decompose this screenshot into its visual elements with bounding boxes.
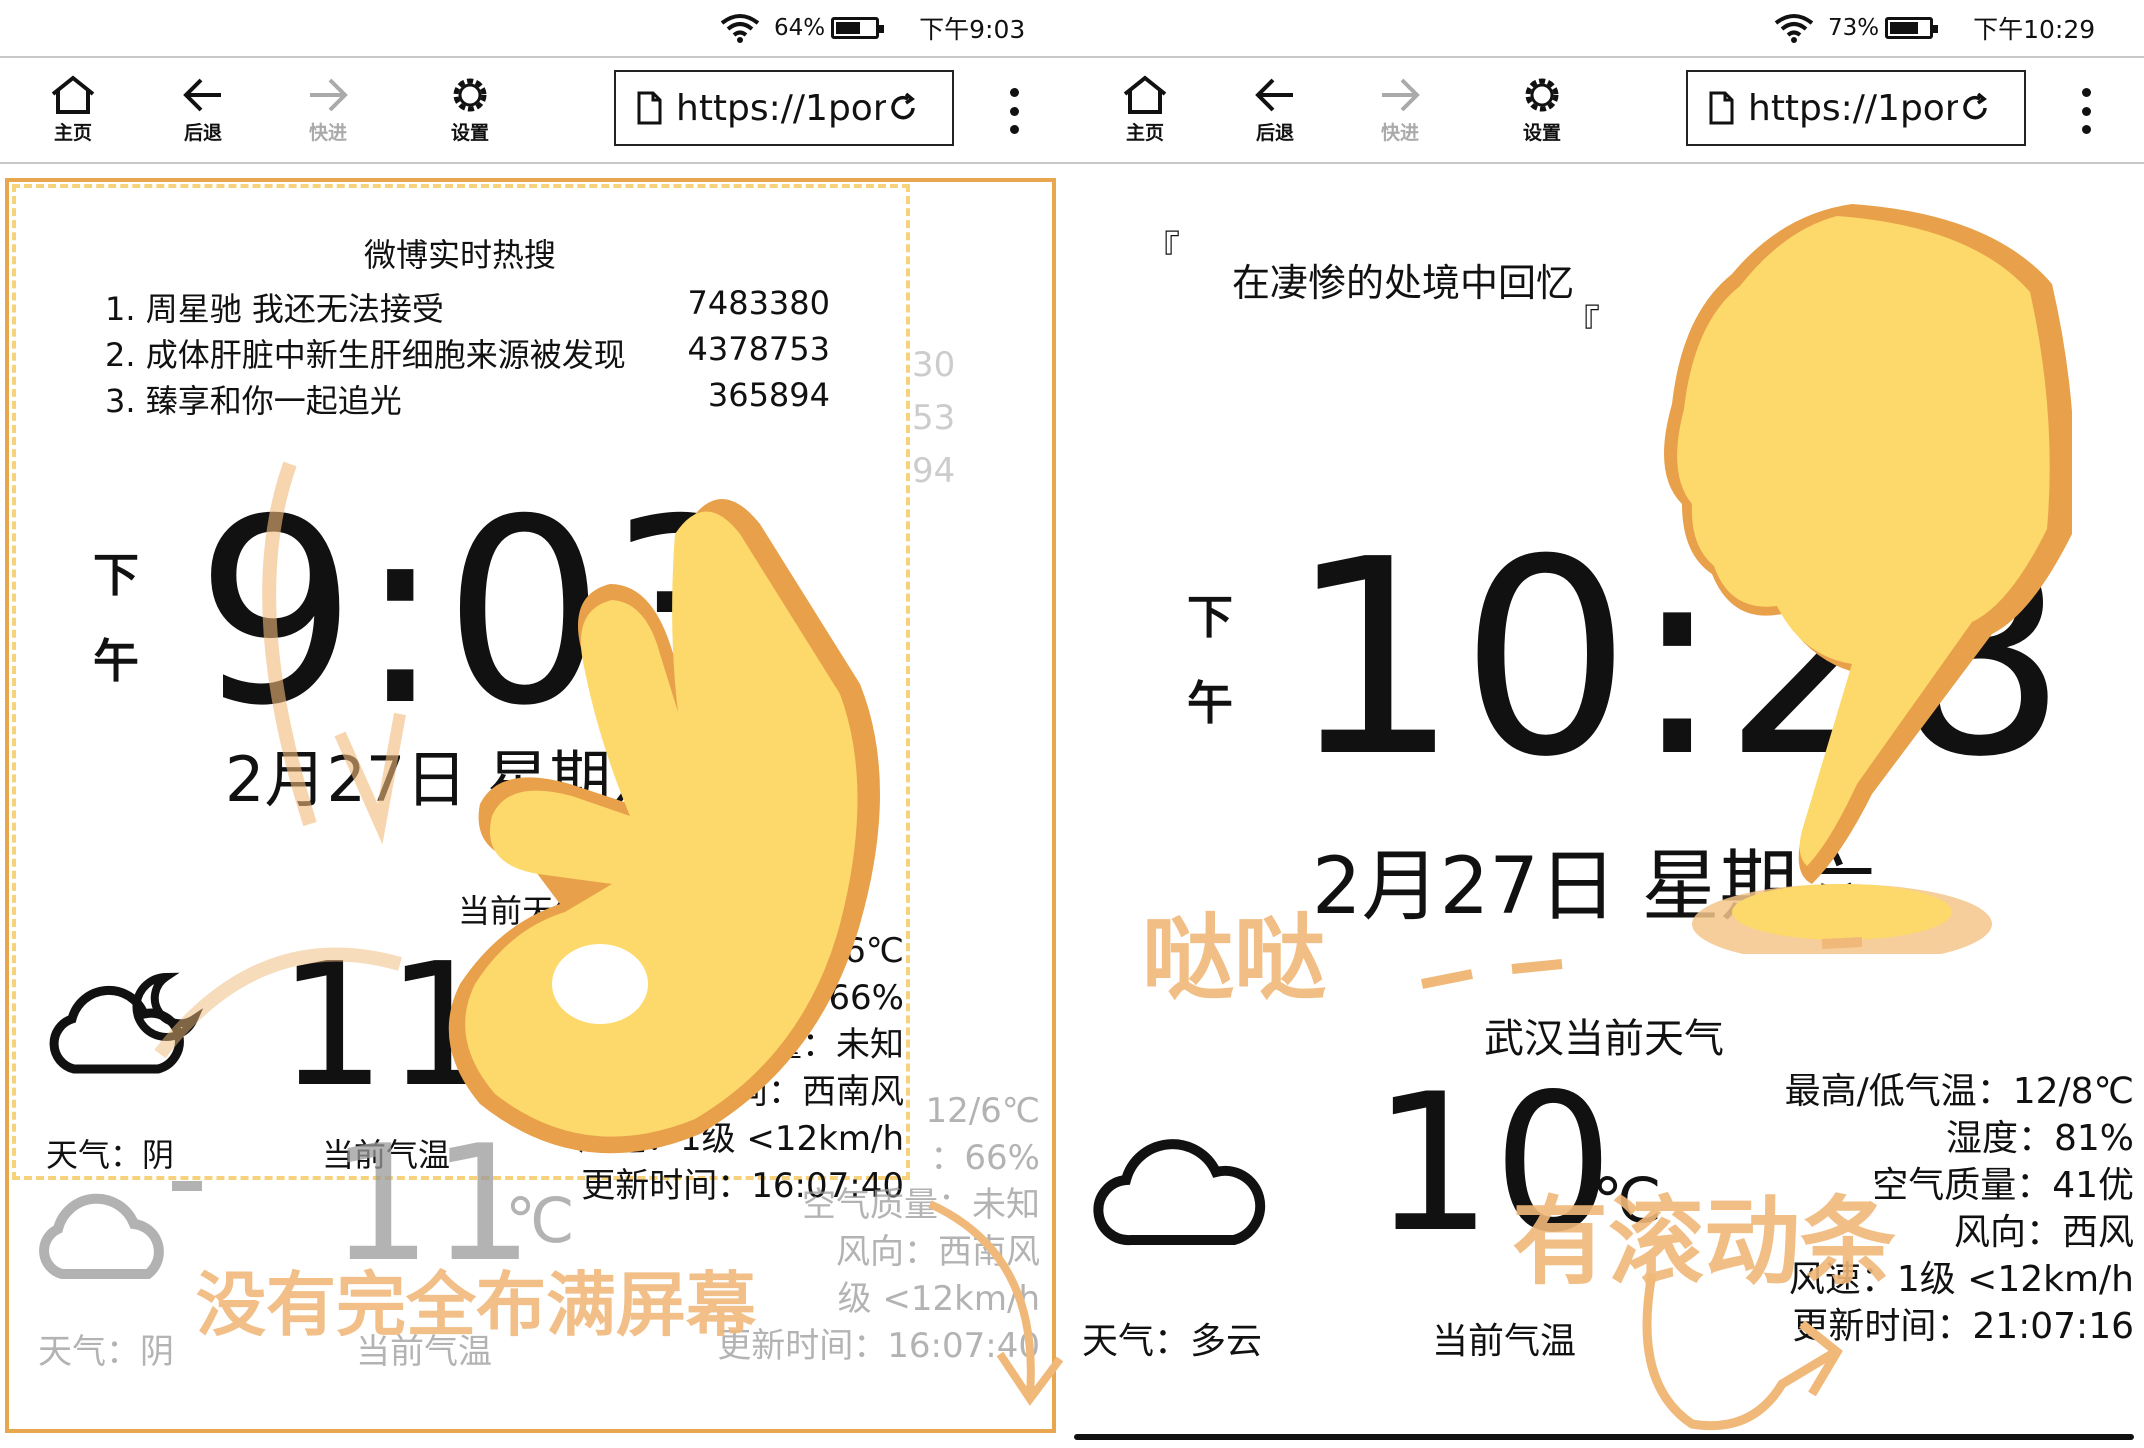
battery-icon <box>831 17 885 39</box>
home-label: 主页 <box>1125 122 1164 144</box>
settings-label: 设置 <box>1522 122 1561 144</box>
status-indicators: 73% 下午10:29 <box>1774 0 2095 56</box>
back-button[interactable]: 后退 <box>158 74 248 145</box>
home-button[interactable]: 主页 <box>28 74 118 145</box>
url-bar[interactable]: https://1pon <box>1686 70 2026 146</box>
ampm-top: 下 <box>1187 590 1233 644</box>
curved-arrow-icon <box>928 1200 1064 1406</box>
status-time: 下午9:03 <box>919 15 1026 44</box>
url-text: https://1pon <box>676 87 886 129</box>
swipe-arrows-icon <box>154 461 406 1059</box>
battery-percent: 73% <box>1828 15 1880 41</box>
home-icon <box>1123 75 1167 114</box>
settings-button[interactable]: 设置 <box>1497 74 1587 145</box>
ampm-bottom: 午 <box>1187 676 1233 730</box>
page-icon <box>637 91 662 125</box>
reload-icon[interactable] <box>1958 91 1992 125</box>
back-button[interactable]: 后退 <box>1230 74 1320 145</box>
overflow-menu-button[interactable] <box>1004 88 1024 134</box>
status-indicators: 64% 下午9:03 <box>720 0 1025 56</box>
battery-percent: 64% <box>774 15 826 41</box>
gear-icon <box>453 78 487 112</box>
humidity: 湿度：81% <box>1945 1118 2134 1159</box>
home-icon <box>51 75 95 114</box>
wifi-icon <box>720 14 760 43</box>
url-text: https://1pon <box>1748 87 1958 129</box>
forward-button[interactable]: 快进 <box>283 74 373 145</box>
horizontal-scrollbar[interactable] <box>1074 1434 2134 1440</box>
page-content: 『 在凄惨的处境中回忆 的 『 』 前线」 下 午 10:28 2月27日 星期… <box>1072 164 2144 1448</box>
quote-open-mark: 『 <box>1144 229 1181 270</box>
tap-hand-emoji <box>1664 204 2072 954</box>
home-button[interactable]: 主页 <box>1100 74 1190 145</box>
hilo-temp: 最高/低气温：12/8℃ <box>1784 1071 2134 1112</box>
cloud-icon <box>1093 1139 1266 1246</box>
back-label: 后退 <box>1255 122 1294 144</box>
left-screenshot: 64% 下午9:03 主页 后退 快进 设置 https://1pon 微博实时… <box>0 0 1072 1448</box>
settings-label: 设置 <box>450 122 489 144</box>
wifi-icon <box>1774 14 1814 43</box>
forward-label: 快进 <box>308 122 347 144</box>
status-time: 下午10:29 <box>1973 15 2096 44</box>
settings-button[interactable]: 设置 <box>425 74 515 145</box>
clock-ampm: 下 午 <box>1184 574 1236 746</box>
url-bar[interactable]: https://1pon <box>614 70 954 146</box>
ghost-count: 53 <box>912 398 956 438</box>
annotation-not-fullscreen: 没有完全布满屏幕 <box>196 1264 756 1346</box>
tap-dashes-icon <box>1421 937 1863 989</box>
hot-search-text: 1. 周星驰 我还无法接受 <box>105 290 444 328</box>
scribble-arrow-icon <box>1642 1273 1843 1431</box>
clock-ampm: 下 午 <box>90 532 142 704</box>
forward-label: 快进 <box>1380 122 1419 144</box>
ampm-bottom: 午 <box>93 634 139 688</box>
browser-toolbar: 主页 后退 快进 设置 https://1pon <box>0 58 1072 162</box>
gear-icon <box>1525 78 1559 112</box>
forward-arrow-icon <box>310 78 348 112</box>
right-screenshot: 73% 下午10:29 主页 后退 快进 设置 https://1pon 『 在… <box>1072 0 2144 1448</box>
hot-search-title: 微博实时热搜 <box>364 236 557 274</box>
ghost-condition: 天气：阴 <box>38 1332 174 1372</box>
forward-arrow-icon <box>1382 78 1420 112</box>
weather-condition: 天气：阴 <box>46 1136 175 1174</box>
back-label: 后退 <box>183 122 222 144</box>
page-content: 微博实时热搜 1. 周星驰 我还无法接受 7483380 2. 成体肝脏中新生肝… <box>0 164 1072 1448</box>
back-arrow-icon <box>1255 78 1293 112</box>
temp-label: 当前气温 <box>1432 1321 1577 1362</box>
annotation-tap: 哒哒 <box>1142 905 1327 1012</box>
browser-toolbar: 主页 后退 快进 设置 https://1pon <box>1072 58 2144 162</box>
battery-icon <box>1885 17 1939 39</box>
status-bar: 73% 下午10:29 <box>1072 0 2144 56</box>
ampm-top: 下 <box>93 548 139 602</box>
overflow-menu-button[interactable] <box>2076 88 2096 134</box>
weather-condition: 天气：多云 <box>1082 1321 1263 1362</box>
ghost-count: 94 <box>912 451 956 491</box>
page-icon <box>1709 91 1734 125</box>
ghost-cloud-icon <box>39 1181 202 1279</box>
status-bar: 64% 下午9:03 <box>0 0 1072 56</box>
hot-search-count: 7483380 <box>687 284 830 322</box>
back-arrow-icon <box>183 78 221 112</box>
ghost-counts: 30 53 94 <box>912 339 955 498</box>
reload-icon[interactable] <box>886 91 920 125</box>
home-label: 主页 <box>53 122 92 144</box>
forward-button[interactable]: 快进 <box>1355 74 1445 145</box>
ghost-count: 30 <box>912 345 956 385</box>
hot-search-item[interactable]: 1. 周星驰 我还无法接受 7483380 <box>105 284 830 330</box>
